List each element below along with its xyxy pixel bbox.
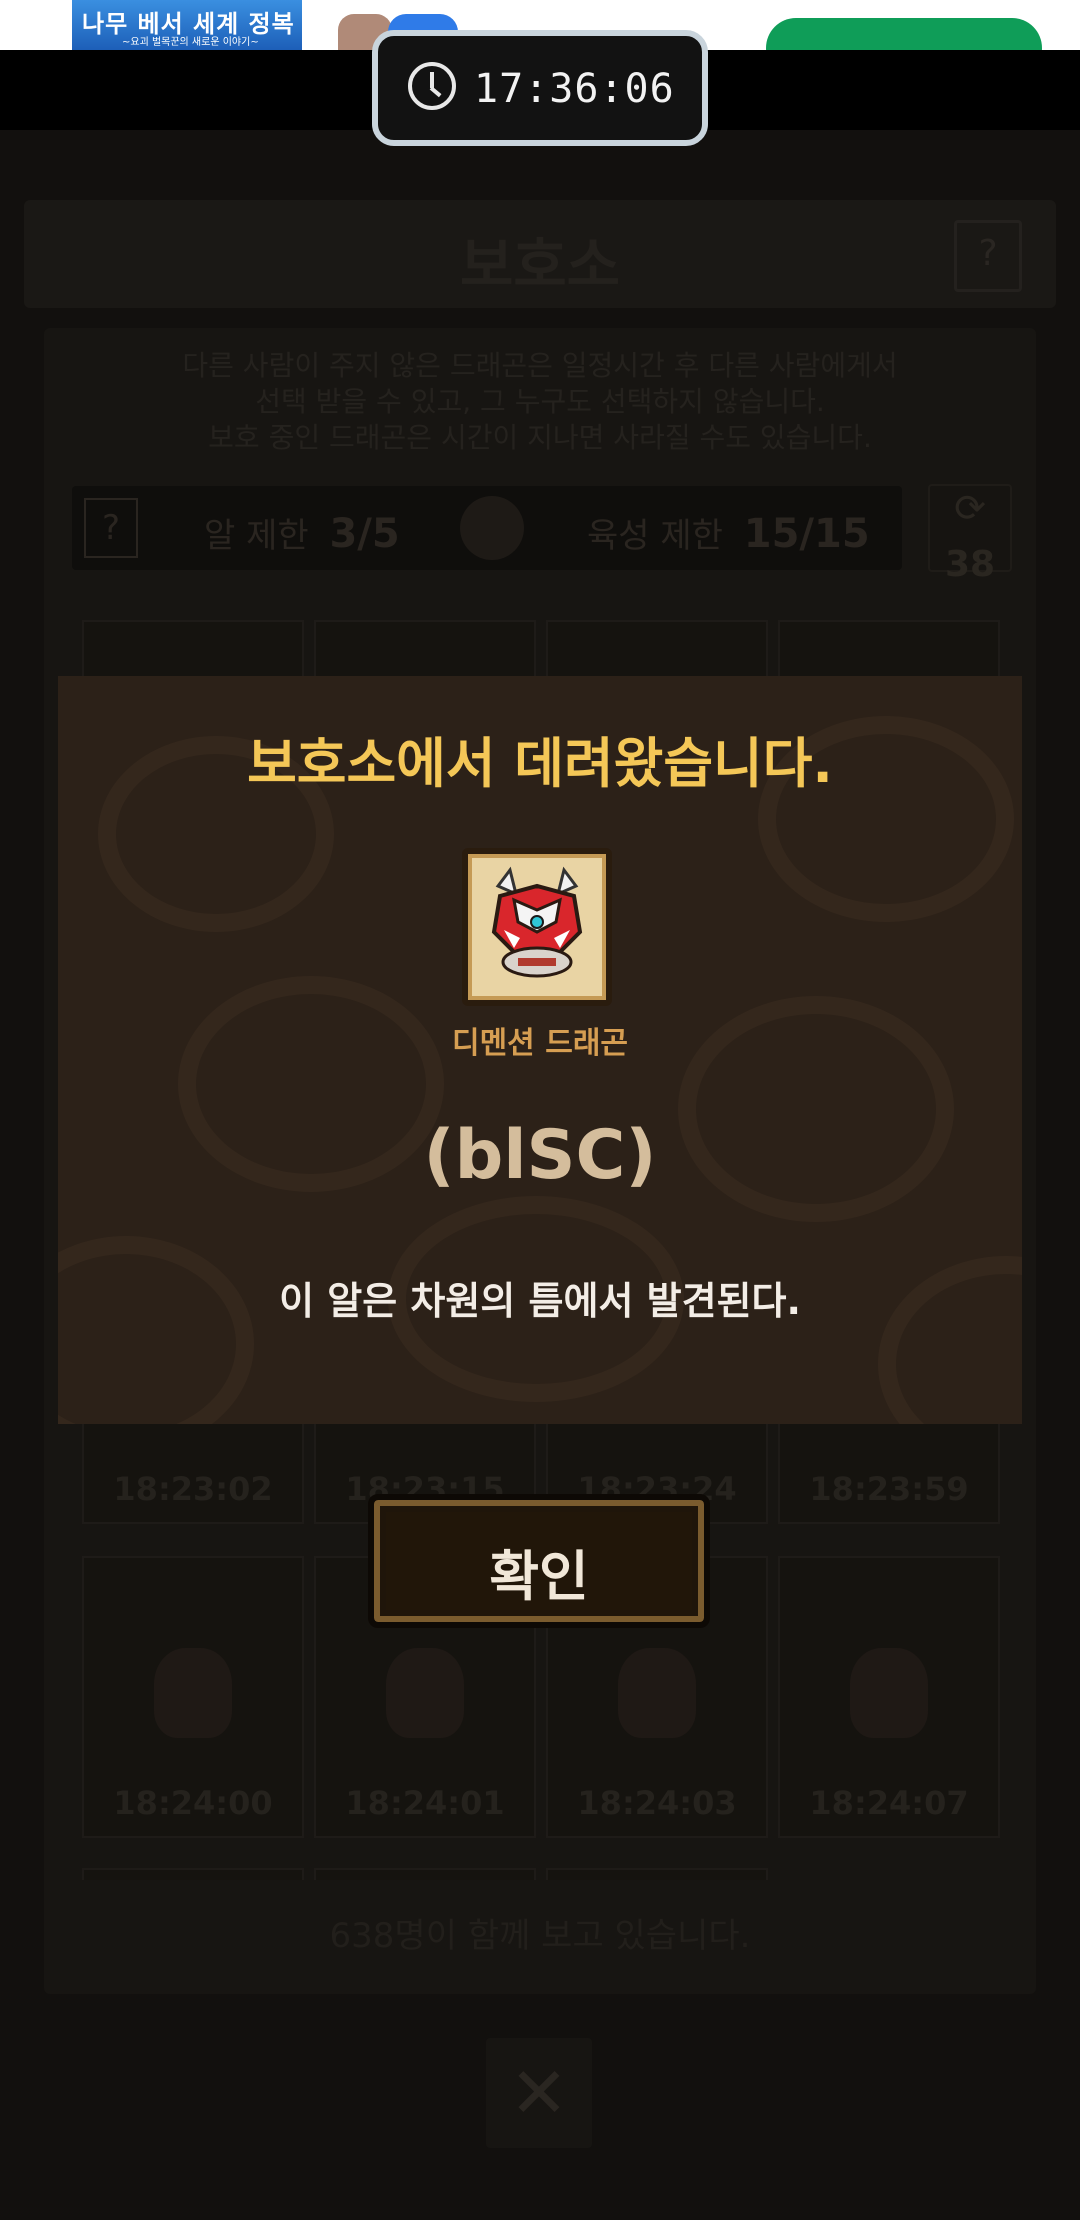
- egg-card[interactable]: [546, 1868, 768, 1880]
- egg-card[interactable]: [546, 620, 768, 678]
- egg-card[interactable]: 18:23:59: [778, 1424, 1000, 1524]
- refresh-button[interactable]: ⟳ 38: [928, 484, 1012, 585]
- egg-card[interactable]: [778, 620, 1000, 678]
- egg-card-time: 18:24:07: [809, 1784, 969, 1822]
- timer-text: 17:36:06: [474, 66, 675, 112]
- raise-limit: 육성 제한 15/15: [587, 508, 870, 557]
- shelter-description: 다른 사람이 주지 않은 드래곤은 일정시간 후 다른 사람에게서 선택 받을 …: [44, 348, 1036, 456]
- modal-title: 보호소에서 데려왔습니다.: [247, 732, 833, 795]
- limit-help-button[interactable]: ?: [84, 498, 138, 558]
- egg-card[interactable]: 18:23:02: [82, 1424, 304, 1524]
- shelter-header: 보호소: [24, 200, 1056, 308]
- close-button[interactable]: ✕: [486, 2038, 592, 2148]
- ad-banner-subtitle: ~요괴 벌목꾼의 새로운 이야기~: [122, 37, 259, 48]
- confirm-button-label: 확인: [489, 1545, 589, 1608]
- egg-icon: [386, 1648, 464, 1738]
- refresh-icon: ⟳: [954, 486, 986, 530]
- description-line: 보호 중인 드래곤은 시간이 지나면 사라질 수도 있습니다.: [208, 421, 872, 454]
- egg-card[interactable]: 18:24:07: [778, 1556, 1000, 1838]
- raise-limit-label: 육성 제한: [587, 516, 723, 556]
- egg-card[interactable]: 18:24:00: [82, 1556, 304, 1838]
- help-button[interactable]: ?: [954, 220, 1022, 292]
- egg-card[interactable]: [314, 620, 536, 678]
- egg-limit-value: 3/5: [329, 511, 400, 557]
- egg-card[interactable]: [82, 620, 304, 678]
- clock-icon: [408, 62, 456, 110]
- adoption-modal: 보호소에서 데려왔습니다. 디멘션 드래곤 (blSC) 이 알은 차원의 틈에…: [58, 676, 1022, 1424]
- egg-card-time: 18:24:03: [577, 1784, 737, 1822]
- dimension-dragon-icon: [491, 866, 583, 978]
- egg-limit-label: 알 제한: [204, 516, 309, 556]
- egg-limit: 알 제한 3/5: [204, 508, 400, 557]
- timer-display: 17:36:06: [372, 30, 708, 146]
- egg-card[interactable]: [82, 1868, 304, 1880]
- ad-banner-image[interactable]: 나무 베서 세계 정복 ~요괴 벌목꾼의 새로운 이야기~: [72, 0, 302, 50]
- egg-card-time: 18:24:01: [345, 1784, 505, 1822]
- egg-code: (blSC): [423, 1116, 657, 1195]
- limit-bar: ? 알 제한 3/5 육성 제한 15/15: [72, 486, 902, 570]
- refresh-count: 38: [944, 544, 996, 585]
- description-line: 선택 받을 수 있고, 그 누구도 선택하지 않습니다.: [255, 385, 825, 418]
- dragon-card: [462, 848, 612, 1006]
- egg-card-time: 18:24:00: [113, 1784, 273, 1822]
- description-line: 다른 사람이 주지 않은 드래곤은 일정시간 후 다른 사람에게서: [182, 349, 898, 382]
- mascot-icon: [460, 496, 524, 560]
- ad-install-button[interactable]: [766, 18, 1042, 50]
- egg-icon: [154, 1648, 232, 1738]
- egg-icon: [850, 1648, 928, 1738]
- dragon-name: 디멘션 드래곤: [451, 1026, 629, 1061]
- shelter-title: 보호소: [459, 231, 621, 299]
- raise-limit-value: 15/15: [743, 511, 870, 557]
- egg-icon: [618, 1648, 696, 1738]
- viewer-count-text: 638명이 함께 보고 있습니다.: [329, 1916, 751, 1956]
- egg-description: 이 알은 차원의 틈에서 발견된다.: [279, 1279, 801, 1323]
- egg-card[interactable]: [314, 1868, 536, 1880]
- confirm-button[interactable]: 확인: [368, 1494, 710, 1628]
- egg-card-time: 18:23:02: [113, 1470, 273, 1508]
- egg-card-time: 18:23:59: [809, 1470, 969, 1508]
- background-pattern: [58, 1236, 254, 1424]
